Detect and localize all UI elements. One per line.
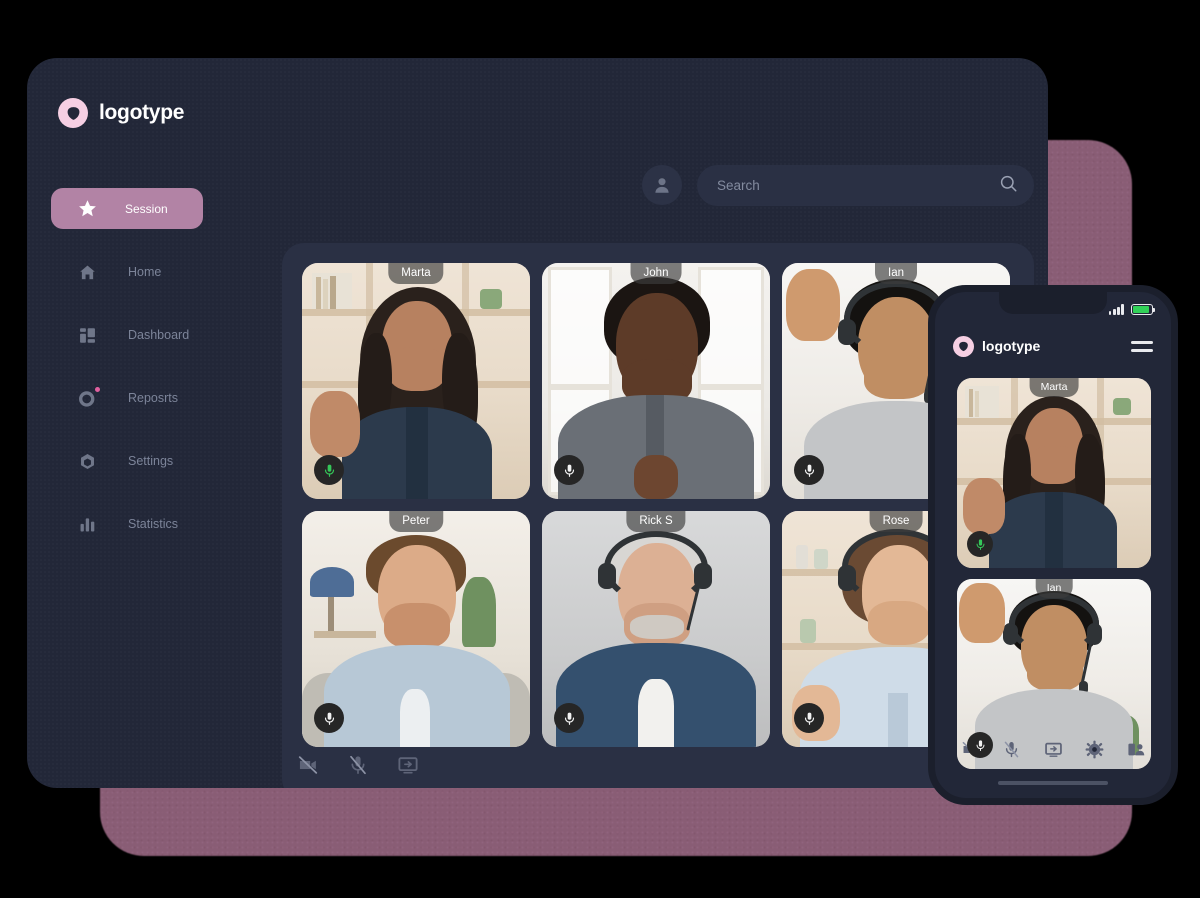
phone-brand-logo[interactable]: logotype xyxy=(953,335,1041,357)
video-tile[interactable]: Marta xyxy=(957,378,1151,568)
video-grid: Marta John Ian Peter Rick S Rose xyxy=(302,263,1010,747)
add-person-icon[interactable] xyxy=(1123,736,1149,762)
sidebar-item-label: Dashboard xyxy=(128,328,190,342)
mic-status-icon[interactable] xyxy=(794,455,824,485)
sidebar-item-settings[interactable]: Settings xyxy=(51,441,256,481)
brand-logo[interactable]: logotype xyxy=(58,98,184,128)
sidebar-item-dashboard[interactable]: Dashboard xyxy=(51,315,256,355)
mic-off-icon[interactable] xyxy=(999,736,1025,762)
gear-icon[interactable] xyxy=(1082,736,1108,762)
phone-header: logotype xyxy=(935,326,1171,366)
search-input[interactable]: Search xyxy=(697,165,1034,206)
sidebar-item-label: Session xyxy=(125,201,168,216)
brand-name: logotype xyxy=(99,101,185,124)
user-avatar-icon[interactable] xyxy=(642,165,682,205)
sidebar-item-session[interactable]: Session xyxy=(51,188,203,229)
participant-name: Rick S xyxy=(626,511,686,532)
sidebar-item-label: Statistics xyxy=(128,517,179,531)
star-icon xyxy=(76,198,98,219)
participant-name: Ian xyxy=(875,263,917,284)
screenshot-stage: logotype Search Session Home Dashboard R… xyxy=(0,0,1200,898)
search-icon[interactable] xyxy=(999,174,1018,198)
video-tile[interactable]: Peter xyxy=(302,511,530,747)
sidebar-item-statistics[interactable]: Statistics xyxy=(51,504,256,544)
screen-share-icon[interactable] xyxy=(1040,736,1066,762)
participant-name: Marta xyxy=(1029,378,1079,397)
mic-status-icon[interactable] xyxy=(314,455,344,485)
phone-home-indicator xyxy=(998,781,1108,785)
video-tile[interactable]: Marta xyxy=(302,263,530,499)
notification-dot xyxy=(95,386,100,392)
call-controls xyxy=(295,752,421,778)
search-placeholder: Search xyxy=(717,178,760,193)
tablet-device: logotype Search Session Home Dashboard R… xyxy=(27,58,1048,788)
signal-bars-icon xyxy=(1108,304,1124,315)
shield-triangle-icon xyxy=(58,98,88,128)
sidebar-item-label: Home xyxy=(128,265,162,279)
sidebar-item-reports[interactable]: Reposrts xyxy=(51,378,256,418)
phone-notch xyxy=(999,292,1107,314)
phone-status-bar xyxy=(1108,304,1156,315)
phone-brand-name: logotype xyxy=(982,338,1041,354)
app-header: logotype Search xyxy=(27,58,1048,206)
mic-status-icon[interactable] xyxy=(554,455,584,485)
sidebar-item-label: Reposrts xyxy=(128,391,179,405)
mic-status-icon[interactable] xyxy=(794,703,824,733)
mic-status-icon[interactable] xyxy=(967,531,993,557)
hexagon-icon xyxy=(76,452,98,471)
sidebar-item-home[interactable]: Home xyxy=(51,252,256,292)
sidebar-item-label: Settings xyxy=(128,454,174,468)
participant-name: Peter xyxy=(389,511,443,532)
hamburger-menu-icon[interactable] xyxy=(1131,340,1153,352)
bar-chart-icon xyxy=(76,515,98,534)
mic-status-icon[interactable] xyxy=(314,703,344,733)
participant-name: Rose xyxy=(869,511,923,532)
mic-off-icon[interactable] xyxy=(345,752,371,778)
mic-status-icon[interactable] xyxy=(967,732,993,758)
video-off-icon[interactable] xyxy=(295,752,321,778)
participant-name: Marta xyxy=(388,263,444,284)
sidebar-nav: Session Home Dashboard Reposrts Settings… xyxy=(51,188,256,550)
phone-device: logotype Marta Ian xyxy=(928,285,1178,805)
participant-name: Ian xyxy=(1035,579,1073,598)
video-tile[interactable]: John xyxy=(542,263,770,499)
battery-icon xyxy=(1131,304,1156,315)
donut-icon xyxy=(76,386,100,408)
mic-status-icon[interactable] xyxy=(554,703,584,733)
participant-name: John xyxy=(630,263,682,284)
home-icon xyxy=(76,263,98,282)
video-grid-panel: Marta John Ian Peter Rick S Rose xyxy=(282,243,1034,788)
phone-video-list: Marta Ian xyxy=(957,378,1151,769)
video-tile[interactable]: Rick S xyxy=(542,511,770,747)
shield-triangle-icon xyxy=(953,335,974,357)
screen-share-icon[interactable] xyxy=(395,752,421,778)
dashboard-icon xyxy=(76,326,98,345)
